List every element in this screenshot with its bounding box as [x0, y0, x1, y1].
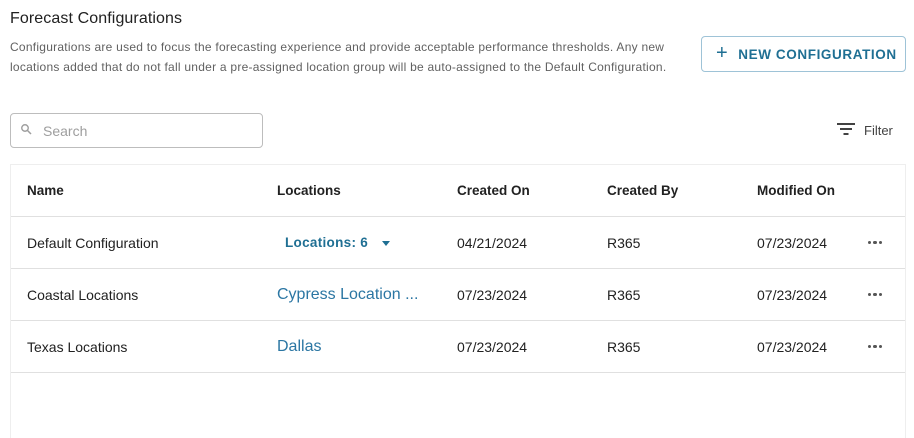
plus-icon: + [716, 42, 729, 64]
more-horizontal-icon [867, 240, 883, 245]
row-created-by: R365 [607, 234, 641, 251]
locations-cell: Locations: 6 [277, 217, 391, 268]
table-row[interactable]: Coastal Locations Cypress Location ... 0… [11, 269, 905, 321]
locations-dropdown-label: Locations: 6 [285, 235, 369, 250]
table-row[interactable]: Texas Locations Dallas 07/23/2024 R365 0… [11, 321, 905, 373]
filter-icon [836, 120, 864, 141]
column-header-modified-on[interactable]: Modified On [757, 165, 835, 216]
filter-button[interactable]: Filter [836, 120, 893, 141]
new-configuration-button[interactable]: + NEW CONFIGURATION [701, 36, 906, 72]
location-link[interactable]: Cypress Location ... [277, 286, 418, 304]
filter-label: Filter [864, 123, 893, 138]
search-box[interactable] [10, 113, 263, 148]
row-more-actions-button[interactable] [863, 217, 887, 268]
row-modified-on: 07/23/2024 [757, 338, 828, 355]
row-created-on: 07/23/2024 [457, 338, 528, 355]
table-header-row: Name Locations Created On Created By Mod… [11, 165, 905, 217]
table-row[interactable]: Default Configuration Locations: 6 04/21… [11, 217, 905, 269]
row-created-by: R365 [607, 286, 641, 303]
search-icon [20, 122, 32, 140]
column-header-created-by[interactable]: Created By [607, 165, 678, 216]
new-configuration-label: NEW CONFIGURATION [738, 46, 897, 62]
more-horizontal-icon [867, 292, 883, 297]
page-description: Configurations are used to focus the for… [10, 40, 667, 74]
row-more-actions-button[interactable] [863, 269, 887, 320]
row-name: Texas Locations [27, 338, 128, 355]
locations-cell: Cypress Location ... [277, 269, 418, 320]
more-horizontal-icon [867, 344, 883, 349]
locations-dropdown[interactable]: Locations: 6 [285, 235, 391, 250]
caret-down-icon [382, 240, 391, 246]
row-created-by: R365 [607, 338, 641, 355]
column-header-created-on[interactable]: Created On [457, 165, 530, 216]
column-header-name[interactable]: Name [27, 165, 64, 216]
row-more-actions-button[interactable] [863, 321, 887, 372]
row-name: Coastal Locations [27, 286, 139, 303]
row-modified-on: 07/23/2024 [757, 286, 828, 303]
row-created-on: 04/21/2024 [457, 234, 528, 251]
row-modified-on: 07/23/2024 [757, 234, 828, 251]
column-header-locations[interactable]: Locations [277, 165, 341, 216]
configurations-table: Name Locations Created On Created By Mod… [10, 164, 906, 438]
row-name: Default Configuration [27, 234, 159, 251]
row-created-on: 07/23/2024 [457, 286, 528, 303]
locations-cell: Dallas [277, 321, 321, 372]
location-link[interactable]: Dallas [277, 338, 321, 356]
page-title: Forecast Configurations [10, 10, 183, 27]
search-input[interactable] [43, 122, 243, 139]
